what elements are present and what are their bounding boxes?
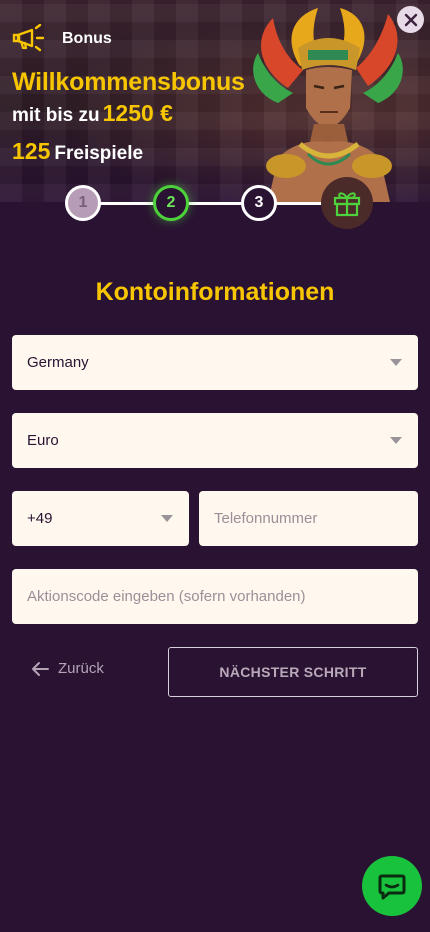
- phone-prefix-value: +49: [27, 510, 53, 527]
- free-spins-count: 125: [12, 138, 51, 164]
- phone-input[interactable]: Telefonnummer: [199, 491, 418, 546]
- form-title: Kontoinformationen: [95, 278, 335, 306]
- bonus-banner: Bonus Willkommensbonus mit bis zu 1250 € …: [0, 0, 430, 202]
- chat-icon: [378, 874, 406, 900]
- step-2-active: 2: [153, 185, 189, 221]
- arrow-left-icon: [32, 661, 49, 676]
- registration-stepper: 1 2 3: [0, 176, 430, 232]
- megaphone-icon: [12, 24, 45, 52]
- bonus-subline: mit bis zu 1250 €: [12, 100, 173, 127]
- step-gift: [321, 177, 373, 229]
- currency-value: Euro: [27, 432, 59, 449]
- step-1: 1: [65, 185, 101, 221]
- phone-prefix-select[interactable]: +49: [12, 491, 189, 546]
- currency-select[interactable]: Euro: [12, 413, 418, 468]
- stepper-connector: [96, 202, 158, 205]
- close-icon: [404, 13, 417, 26]
- phone-placeholder: Telefonnummer: [214, 510, 318, 527]
- live-chat-button[interactable]: [362, 856, 422, 916]
- chevron-down-icon: [390, 437, 402, 444]
- bonus-subline-prefix: mit bis zu: [12, 105, 100, 126]
- promo-code-input[interactable]: Aktionscode eingeben (sofern vorhanden): [12, 569, 418, 624]
- country-select[interactable]: Germany: [12, 335, 418, 390]
- close-button[interactable]: [397, 6, 424, 33]
- country-value: Germany: [27, 354, 89, 371]
- next-step-button[interactable]: NÄCHSTER SCHRITT: [168, 647, 418, 697]
- bonus-headline: Willkommensbonus: [12, 68, 245, 96]
- stepper-connector: [272, 202, 324, 205]
- promo-placeholder: Aktionscode eingeben (sofern vorhanden): [27, 588, 306, 605]
- bonus-amount: 1250 €: [102, 100, 173, 126]
- step-3: 3: [241, 185, 277, 221]
- bonus-header: Bonus: [12, 24, 112, 54]
- back-label: Zurück: [58, 660, 104, 677]
- bonus-label: Bonus: [62, 30, 112, 47]
- back-button[interactable]: Zurück: [30, 660, 104, 677]
- chevron-down-icon: [161, 515, 173, 522]
- gift-icon: [333, 192, 361, 217]
- free-spins-label: Freispiele: [54, 143, 144, 164]
- chevron-down-icon: [390, 359, 402, 366]
- free-spins: 125 Freispiele: [12, 138, 143, 165]
- aztec-warrior-illustration: [253, 8, 403, 202]
- stepper-connector: [184, 202, 246, 205]
